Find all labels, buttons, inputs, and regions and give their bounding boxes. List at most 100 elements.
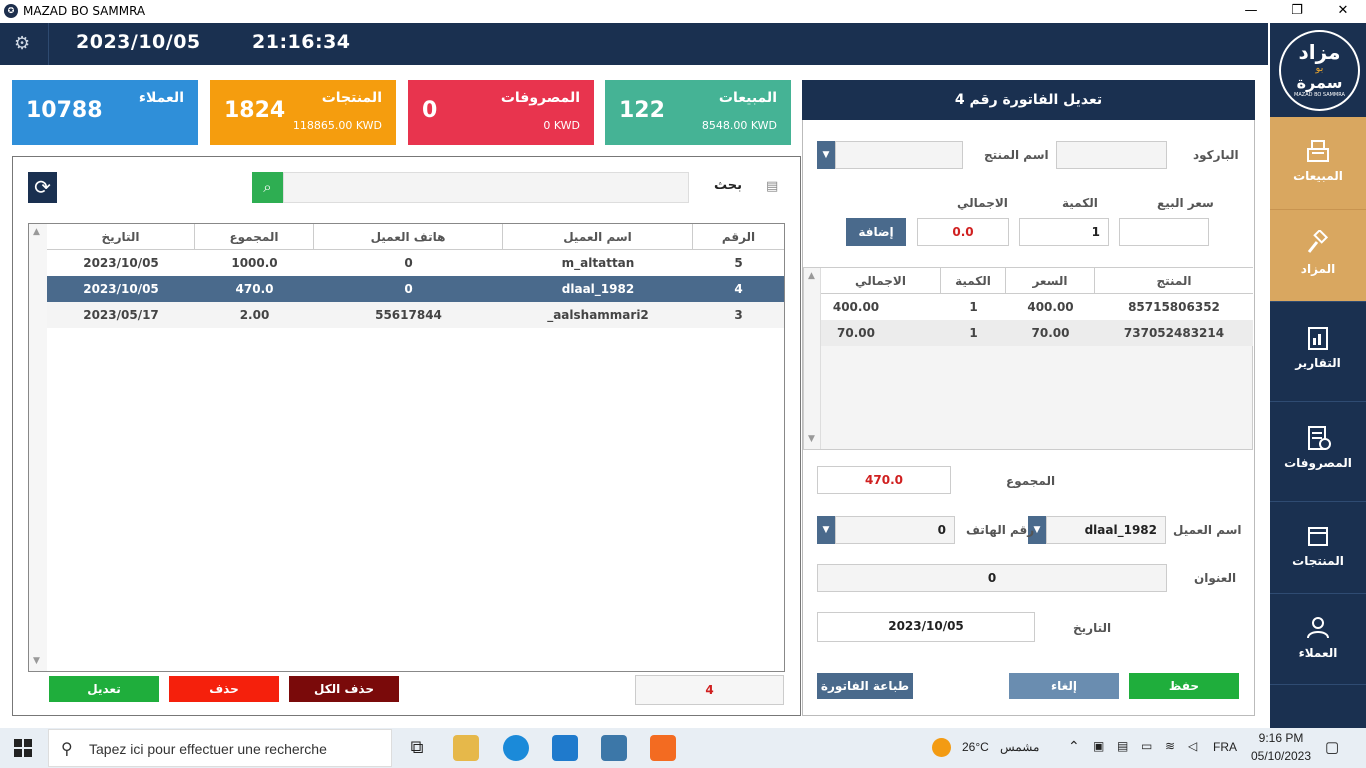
column-header-date[interactable]: التاريخ [47,224,195,250]
window-title: MAZAD BO SAMMRA [23,4,146,18]
edit-button[interactable]: تعديل [49,676,159,702]
tray-icon[interactable]: ▣ [1093,739,1104,753]
search-label: بحث [714,178,743,193]
column-header-total[interactable]: المجموع [195,224,314,250]
items-scrollbar[interactable]: ▲ ▼ [804,268,821,449]
save-button[interactable]: حفظ [1129,673,1239,699]
nav-item-customers[interactable]: العملاء [1270,593,1366,685]
app-logo: مزاد بو سمرة MAZAD BO SAMMRA [1279,30,1360,111]
weather-sun-icon[interactable] [932,738,951,757]
chevron-down-icon[interactable]: ▼ [817,141,835,169]
print-invoice-button[interactable]: طباعة الفاتورة [817,673,913,699]
cell-line-total: 70.00 [837,326,875,340]
nav-item-reports[interactable]: التقارير [1270,301,1366,401]
close-button[interactable]: ✕ [1320,0,1366,23]
wifi-icon[interactable]: ≋ [1165,739,1175,753]
nav-item-sales[interactable]: المبيعات [1270,117,1366,209]
delete-all-button[interactable]: حذف الكل [289,676,399,702]
table-row[interactable]: 2023/10/05 1000.0 0 m_altattan 5 [47,250,784,276]
date-label: التاريخ [1073,621,1112,635]
header-date: 2023/10/05 [76,31,201,53]
column-header-line-total[interactable]: الاجمالي [821,268,941,294]
phone-select[interactable]: 0 [835,516,955,544]
taskbar-time[interactable]: 9:16 PM [1253,731,1309,745]
task-view-icon[interactable]: ⧉ [404,735,430,761]
cell-id: 5 [734,256,743,270]
item-row[interactable]: 400.00 1 400.00 85715806352 [821,294,1253,320]
column-header-product[interactable]: المنتج [1095,268,1253,294]
card-label: المصروفات [500,90,580,106]
delete-button[interactable]: حذف [169,676,279,702]
cell-price: 400.00 [1027,300,1074,314]
qty-input[interactable]: 1 [1019,218,1109,246]
search-input[interactable] [283,172,689,203]
chevron-up-icon[interactable]: ⌃ [1068,738,1080,755]
sum-label: المجموع [1006,474,1056,488]
card-expenses: 0 المصروفات 0 KWD [408,80,594,145]
taskbar-date[interactable]: 05/10/2023 [1245,749,1317,763]
phone-label: رقم الهاتف [966,523,1035,537]
card-sub: 8548.00 KWD [701,119,777,132]
chevron-up-icon[interactable]: ▲ [33,227,40,237]
table-row[interactable]: 2023/05/17 2.00 55617844 _aalshammari2 3 [47,302,784,328]
address-label: العنوان [1194,571,1237,585]
notification-icon[interactable]: ▢ [1325,738,1339,756]
gear-icon[interactable]: ⚙ [14,33,30,54]
battery-icon[interactable]: ▭ [1141,739,1152,753]
customer-name-select[interactable]: dlaal_1982 [1046,516,1166,544]
date-input[interactable]: 2023/10/05 [817,612,1035,642]
search-icon: ⚲ [61,739,73,758]
card-label: المبيعات [718,90,777,106]
language-indicator[interactable]: FRA [1213,740,1237,754]
line-total-input[interactable]: 0.0 [917,218,1009,246]
xampp-icon[interactable] [650,735,676,761]
column-header-name[interactable]: اسم العميل [503,224,693,250]
tray-icon[interactable]: ▤ [1117,739,1128,753]
column-header-qty[interactable]: الكمية [941,268,1006,294]
sale-price-input[interactable] [1119,218,1209,246]
table-row-selected[interactable]: 2023/10/05 470.0 0 dlaal_1982 4 [47,276,784,302]
card-sales: 122 المبيعات 8548.00 KWD [605,80,791,145]
taskbar-search[interactable]: ⚲ Tapez ici pour effectuer une recherche [48,729,392,767]
add-button[interactable]: إضافة [846,218,906,246]
file-explorer-icon[interactable] [453,735,479,761]
chevron-up-icon[interactable]: ▲ [808,271,815,281]
cell-total: 470.0 [235,282,274,296]
windows-start-icon[interactable] [14,739,32,757]
card-label: العملاء [138,90,184,106]
chevron-down-icon[interactable]: ▼ [808,434,815,444]
cell-qty: 1 [969,300,978,314]
taskbar-search-placeholder: Tapez ici pour effectuer une recherche [89,741,327,757]
column-header-id[interactable]: الرقم [693,224,784,250]
product-name-select[interactable] [835,141,963,169]
python-icon[interactable] [601,735,627,761]
chevron-down-icon[interactable]: ▼ [817,516,835,544]
nav-item-products[interactable]: المنتجات [1270,501,1366,593]
column-header-phone[interactable]: هاتف العميل [314,224,503,250]
header-divider [48,23,49,65]
item-row[interactable]: 70.00 1 70.00 737052483214 [821,320,1253,346]
nav-item-expenses[interactable]: المصروفات [1270,401,1366,501]
invoice-count: 4 [635,675,784,705]
address-input[interactable]: 0 [817,564,1167,592]
nav-item-auction[interactable]: المزاد [1270,209,1366,301]
cancel-button[interactable]: إلغاء [1009,673,1119,699]
cell-qty: 1 [969,326,978,340]
speaker-icon[interactable]: ◁ [1188,739,1197,753]
cell-name: dlaal_1982 [561,282,635,296]
refresh-button[interactable]: ⟳ [28,172,57,203]
table-scrollbar[interactable]: ▲ ▼ [29,224,47,671]
minimize-button[interactable]: — [1228,0,1274,23]
column-header-price[interactable]: السعر [1006,268,1095,294]
barcode-input[interactable] [1056,141,1167,169]
product-name-label: اسم المنتج [984,148,1049,162]
edge-browser-icon[interactable] [503,735,529,761]
barcode-label: الباركود [1193,148,1239,162]
header-time: 21:16:34 [252,31,351,53]
maximize-button[interactable]: ❐ [1274,0,1320,23]
cell-phone: 55617844 [375,308,442,322]
chevron-down-icon[interactable]: ▼ [33,656,40,666]
vscode-icon[interactable] [552,735,578,761]
search-button[interactable]: ⌕ [252,172,283,203]
card-customers: 10788 العملاء [12,80,198,145]
